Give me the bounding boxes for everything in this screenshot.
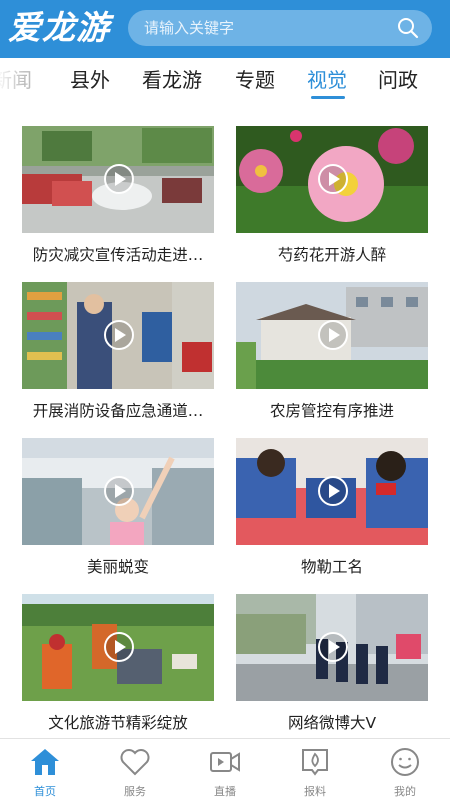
video-card[interactable]: 网络微博大V [236, 594, 428, 733]
video-title[interactable]: 防灾减灾宣传活动走进… [22, 243, 214, 265]
nav-mine[interactable]: 我的 [360, 739, 450, 800]
bottom-navigation: 首页 服务 直播 报料 我的 [0, 738, 450, 800]
video-card[interactable]: 物勒工名 [236, 438, 428, 577]
video-thumbnail[interactable] [236, 438, 428, 545]
play-icon [115, 328, 126, 342]
tab-politics[interactable]: 问政 [378, 64, 418, 93]
video-card[interactable]: 开展消防设备应急通道… [22, 282, 214, 421]
tab-see-longyou[interactable]: 看龙游 [142, 64, 202, 93]
smiley-user-icon[interactable] [388, 745, 422, 779]
video-grid: 防灾减灾宣传活动走进… 芍药花开游人醉 开展消防设备应急通道… 农房管控有序推进… [0, 104, 450, 736]
video-thumbnail[interactable] [236, 594, 428, 701]
video-thumbnail[interactable] [22, 282, 214, 389]
tab-news[interactable]: 新闻 [0, 64, 32, 93]
video-title[interactable]: 美丽蜕变 [22, 555, 214, 577]
play-button[interactable] [104, 164, 134, 194]
heart-icon[interactable] [118, 745, 152, 779]
play-icon [329, 172, 340, 186]
video-card[interactable]: 防灾减灾宣传活动走进… [22, 126, 214, 265]
video-card[interactable]: 农房管控有序推进 [236, 282, 428, 421]
nav-live[interactable]: 直播 [180, 739, 270, 800]
app-logo[interactable]: 爱龙游 [8, 6, 120, 50]
nav-service[interactable]: 服务 [90, 739, 180, 800]
video-thumbnail[interactable] [22, 438, 214, 545]
video-card[interactable]: 文化旅游节精彩绽放 [22, 594, 214, 733]
play-icon [329, 484, 340, 498]
video-title[interactable]: 芍药花开游人醉 [236, 243, 428, 265]
play-icon [115, 484, 126, 498]
play-icon [329, 640, 340, 654]
fire-report-icon[interactable] [298, 745, 332, 779]
app-header: 爱龙游 [0, 0, 450, 58]
search-icon[interactable] [390, 10, 426, 46]
video-title[interactable]: 网络微博大V [236, 711, 428, 733]
nav-mine-label: 我的 [394, 785, 416, 798]
tab-visual[interactable]: 视觉 [307, 64, 347, 93]
tab-topics[interactable]: 专题 [235, 64, 275, 93]
video-thumbnail[interactable] [236, 282, 428, 389]
nav-home[interactable]: 首页 [0, 739, 90, 800]
play-button[interactable] [318, 320, 348, 350]
play-button[interactable] [104, 320, 134, 350]
video-thumbnail[interactable] [22, 594, 214, 701]
video-thumbnail[interactable] [22, 126, 214, 233]
play-button[interactable] [104, 476, 134, 506]
play-icon [115, 172, 126, 186]
play-icon [329, 328, 340, 342]
play-button[interactable] [318, 476, 348, 506]
video-card[interactable]: 芍药花开游人醉 [236, 126, 428, 265]
video-title[interactable]: 文化旅游节精彩绽放 [22, 711, 214, 733]
nav-home-label: 首页 [34, 785, 56, 798]
video-title[interactable]: 农房管控有序推进 [236, 399, 428, 421]
video-card[interactable]: 美丽蜕变 [22, 438, 214, 577]
video-title[interactable]: 开展消防设备应急通道… [22, 399, 214, 421]
search-input[interactable] [144, 19, 390, 37]
home-icon[interactable] [28, 745, 62, 779]
video-thumbnail[interactable] [236, 126, 428, 233]
play-button[interactable] [104, 632, 134, 662]
nav-report-label: 报料 [304, 785, 326, 798]
video-title[interactable]: 物勒工名 [236, 555, 428, 577]
nav-live-label: 直播 [214, 785, 236, 798]
active-tab-indicator [311, 96, 345, 99]
video-camera-icon[interactable] [208, 745, 242, 779]
tab-county-outside[interactable]: 县外 [70, 64, 110, 93]
nav-report[interactable]: 报料 [270, 739, 360, 800]
play-button[interactable] [318, 632, 348, 662]
play-icon [115, 640, 126, 654]
search-bar[interactable] [128, 10, 432, 46]
category-tabs: 新闻 县外 看龙游 专题 视觉 问政 [0, 58, 450, 104]
play-button[interactable] [318, 164, 348, 194]
nav-service-label: 服务 [124, 785, 146, 798]
